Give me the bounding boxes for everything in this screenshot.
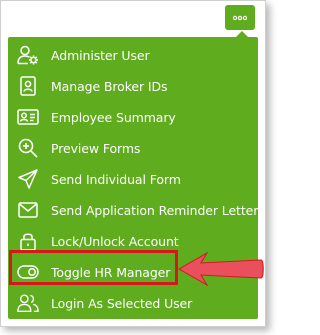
- menu-item-send-application-reminder-letter[interactable]: Send Application Reminder Letter: [8, 196, 258, 224]
- menu-item-label: Preview Forms: [51, 140, 141, 156]
- menu-item-label: Toggle HR Manager: [51, 264, 171, 280]
- ellipsis-icon: [233, 15, 247, 20]
- menu-item-send-individual-form[interactable]: Send Individual Form: [8, 165, 258, 193]
- user-gear-icon: [17, 44, 39, 66]
- menu-item-login-as-selected-user[interactable]: Login As Selected User: [8, 289, 258, 317]
- more-actions-button[interactable]: [225, 5, 255, 30]
- menu-item-label: Employee Summary: [51, 109, 176, 125]
- toggle-icon: [17, 261, 39, 283]
- menu-item-label: Administer User: [51, 47, 150, 63]
- menu-item-label: Lock/Unlock Account: [51, 233, 179, 249]
- menu-item-label: Send Application Reminder Letter: [51, 202, 259, 218]
- paper-plane-icon: [17, 168, 39, 190]
- lock-icon: [17, 230, 39, 252]
- menu-item-manage-broker-ids[interactable]: Manage Broker IDs: [8, 72, 258, 100]
- menu-item-preview-forms[interactable]: Preview Forms: [8, 134, 258, 162]
- id-card-icon: [17, 106, 39, 128]
- users-icon: [17, 292, 39, 314]
- menu-item-label: Send Individual Form: [51, 171, 181, 187]
- envelope-icon: [17, 199, 39, 221]
- magnifier-plus-icon: [17, 137, 39, 159]
- menu-item-label: Manage Broker IDs: [51, 78, 168, 94]
- menu-item-employee-summary[interactable]: Employee Summary: [8, 103, 258, 131]
- id-badge-icon: [17, 75, 39, 97]
- dropdown-frame: Administer User Manage Broker IDs Employ…: [0, 0, 266, 327]
- callout-arrow-icon: [177, 251, 264, 287]
- menu-item-administer-user[interactable]: Administer User: [8, 41, 258, 69]
- menu-item-label: Login As Selected User: [51, 295, 193, 311]
